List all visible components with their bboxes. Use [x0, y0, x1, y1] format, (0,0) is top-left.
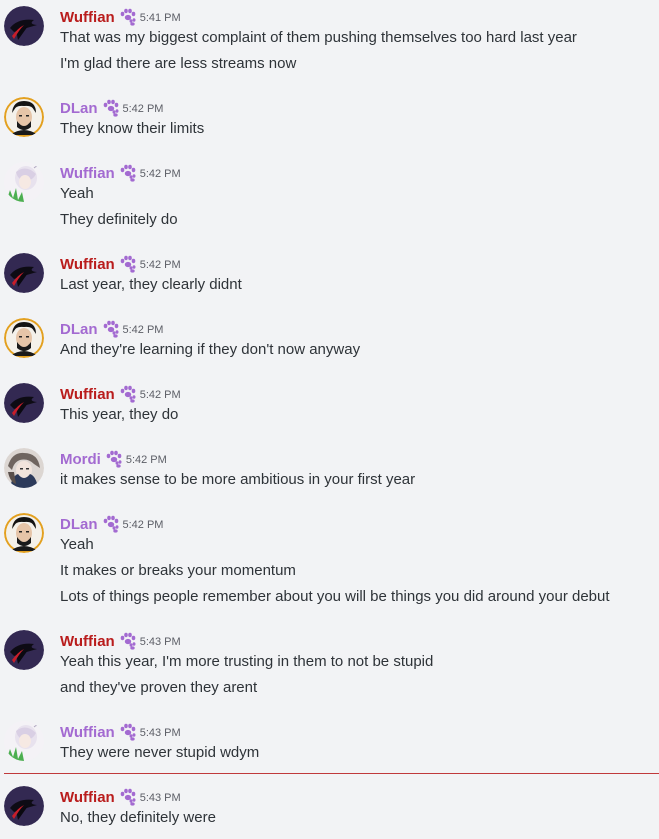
- username[interactable]: Wuffian: [60, 386, 115, 403]
- new-messages-divider: [4, 773, 659, 774]
- paw-icon: [119, 164, 137, 182]
- dark-avatar[interactable]: [4, 383, 44, 423]
- dark-avatar[interactable]: [4, 630, 44, 670]
- dark-avatar[interactable]: [4, 253, 44, 293]
- paw-icon: [102, 515, 120, 533]
- paw-icon: [119, 723, 137, 741]
- paw-icon: [119, 632, 137, 650]
- message-text: They know their limits: [60, 120, 205, 137]
- message-text: It makes or breaks your momentum: [60, 562, 296, 579]
- paw-icon: [105, 450, 123, 468]
- timestamp[interactable]: 5:43 PM: [140, 636, 181, 648]
- message-text: No, they definitely were: [60, 809, 216, 826]
- username[interactable]: Wuffian: [60, 256, 115, 273]
- paw-icon: [119, 8, 137, 26]
- message-text: They definitely do: [60, 211, 178, 228]
- message-text: I'm glad there are less streams now: [60, 55, 297, 72]
- paw-icon: [119, 255, 137, 273]
- username[interactable]: Wuffian: [60, 724, 115, 741]
- username[interactable]: Mordi: [60, 451, 101, 468]
- timestamp[interactable]: 5:42 PM: [126, 454, 167, 466]
- username[interactable]: Wuffian: [60, 789, 115, 806]
- chat-message-list: Wuffian 5:41 PM That was my biggest comp…: [0, 0, 659, 839]
- dark-avatar[interactable]: [4, 786, 44, 826]
- timestamp[interactable]: 5:42 PM: [123, 103, 164, 115]
- paw-icon: [102, 320, 120, 338]
- username[interactable]: Wuffian: [60, 633, 115, 650]
- message-text: Yeah: [60, 536, 94, 553]
- message-text: it makes sense to be more ambitious in y…: [60, 471, 416, 488]
- username[interactable]: Wuffian: [60, 9, 115, 26]
- username[interactable]: Wuffian: [60, 165, 115, 182]
- timestamp[interactable]: 5:42 PM: [123, 519, 164, 531]
- paw-icon: [102, 99, 120, 117]
- timestamp[interactable]: 5:43 PM: [140, 792, 181, 804]
- anime-avatar[interactable]: [4, 721, 44, 761]
- timestamp[interactable]: 5:41 PM: [140, 12, 181, 24]
- message-text: That was my biggest complaint of them pu…: [60, 29, 577, 46]
- message-text: They were never stupid wdym: [60, 744, 260, 761]
- timestamp[interactable]: 5:43 PM: [140, 727, 181, 739]
- timestamp[interactable]: 5:42 PM: [140, 389, 181, 401]
- mordi-avatar[interactable]: [4, 448, 44, 488]
- dlan-avatar[interactable]: [4, 318, 44, 358]
- paw-icon: [119, 788, 137, 806]
- message-text: And they're learning if they don't now a…: [60, 341, 361, 358]
- dark-avatar[interactable]: [4, 6, 44, 46]
- timestamp[interactable]: 5:42 PM: [123, 324, 164, 336]
- message-text: Yeah: [60, 185, 94, 202]
- message-text: This year, they do: [60, 406, 179, 423]
- timestamp[interactable]: 5:42 PM: [140, 259, 181, 271]
- dlan-avatar[interactable]: [4, 513, 44, 553]
- anime-avatar[interactable]: [4, 162, 44, 202]
- message-text: and they've proven they arent: [60, 679, 258, 696]
- dlan-avatar[interactable]: [4, 97, 44, 137]
- username[interactable]: DLan: [60, 321, 98, 338]
- message-text: Yeah this year, I'm more trusting in the…: [60, 653, 434, 670]
- message-text: Lots of things people remember about you…: [60, 588, 610, 605]
- paw-icon: [119, 385, 137, 403]
- username[interactable]: DLan: [60, 100, 98, 117]
- timestamp[interactable]: 5:42 PM: [140, 168, 181, 180]
- username[interactable]: DLan: [60, 516, 98, 533]
- message-text: Last year, they clearly didnt: [60, 276, 242, 293]
